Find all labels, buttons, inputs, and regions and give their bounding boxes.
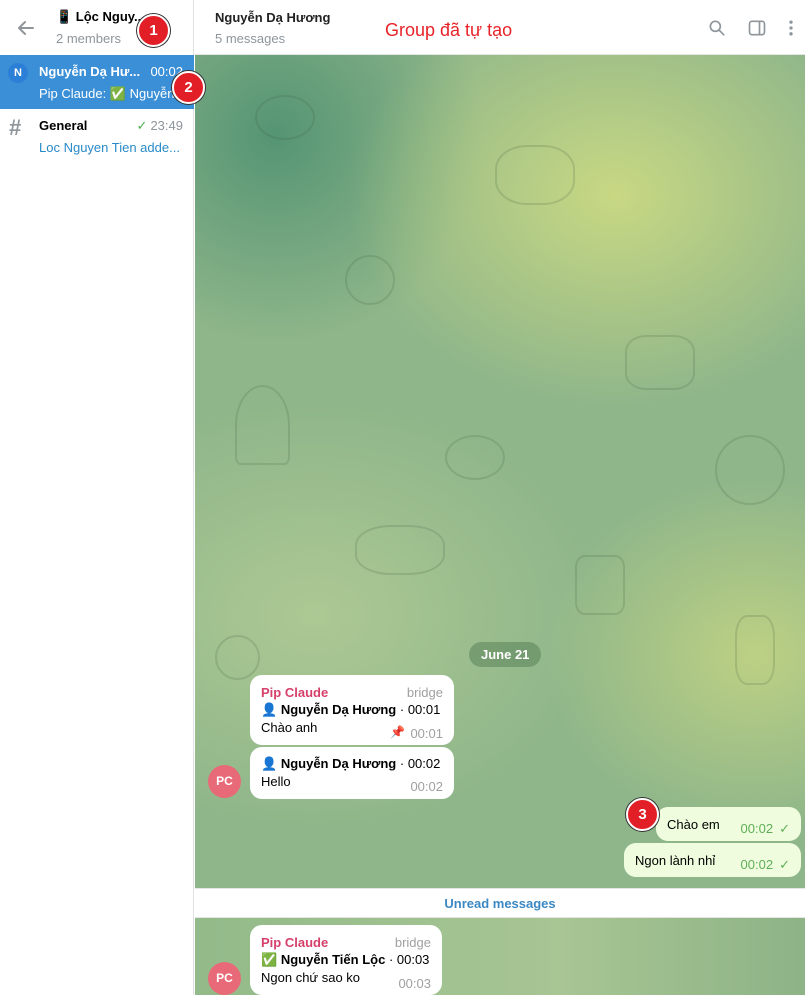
message-bubble-outgoing[interactable]: Chào em 00:02 ✓: [656, 807, 801, 841]
chat-item-general[interactable]: # General ✓ 23:49 Loc Nguyen Tien adde...: [0, 109, 194, 163]
message-time: 00:01: [410, 726, 443, 741]
chat-list-sidebar: 📱 Lộc Nguy... 2 members N Nguyễn Dạ Hư..…: [0, 0, 194, 995]
message-text: Ngon chứ sao ko: [261, 970, 361, 985]
sender-tag: bridge: [394, 935, 431, 950]
chat-name: General: [39, 118, 88, 133]
user-icon: 👤: [261, 702, 278, 717]
message-time: 00:02 ✓: [740, 857, 790, 872]
chat-name: Nguyễn Dạ Hư...: [39, 64, 141, 79]
chat-preview: Loc Nguyen Tien adde...: [39, 140, 180, 155]
annotation-marker: 1: [137, 14, 170, 47]
user-icon: 👤: [261, 756, 278, 771]
pin-icon: 📌: [390, 725, 405, 739]
doodle: [625, 335, 695, 390]
check-icon: ✓: [779, 821, 790, 836]
chat-preview: Pip Claude: ✅ Nguyễn: [39, 86, 175, 101]
chat-title[interactable]: Nguyễn Dạ Hương: [215, 10, 330, 25]
avatar[interactable]: PC: [208, 962, 241, 995]
message-time: 00:02: [410, 779, 443, 794]
doodle: [715, 435, 785, 505]
doodle: [735, 615, 775, 685]
forwarded-author: ✅ Nguyễn Tiến Lộc · 00:03: [261, 952, 430, 967]
check-icon: ✓: [136, 118, 148, 133]
doodle: [495, 145, 575, 205]
doodle: [345, 255, 395, 305]
doodle: [445, 435, 505, 480]
sidebar-toggle-icon[interactable]: [747, 18, 767, 38]
forwarded-author: 👤 Nguyễn Dạ Hương · 00:01: [261, 702, 441, 717]
arrow-left-icon[interactable]: [14, 16, 38, 40]
message-bubble[interactable]: 👤 Nguyễn Dạ Hương · 00:02 Hello 00:02: [250, 747, 454, 799]
hash-icon: #: [9, 115, 22, 140]
doodle: [235, 385, 290, 465]
doodle: [255, 95, 315, 140]
more-vertical-icon[interactable]: [781, 18, 801, 38]
sender-name[interactable]: Pip Claude: [261, 685, 328, 700]
check-emoji-icon: ✅: [261, 952, 278, 967]
check-icon: ✓: [779, 857, 790, 872]
message-time: 00:03: [398, 976, 431, 991]
member-count: 2 members: [56, 31, 122, 46]
chat-header: Nguyễn Dạ Hương 5 messages Group đã tự t…: [195, 0, 805, 55]
doodle: [575, 555, 625, 615]
message-count: 5 messages: [215, 31, 286, 46]
annotation-note: Group đã tự tạo: [385, 20, 513, 40]
chat-area: June 21 Pip Claude bridge 👤 Nguyễn Dạ Hư…: [195, 55, 805, 995]
date-separator: June 21: [469, 642, 542, 667]
unread-messages-divider: Unread messages: [195, 888, 805, 918]
message-bubble[interactable]: Pip Claude bridge 👤 Nguyễn Dạ Hương · 00…: [250, 675, 454, 745]
search-icon[interactable]: [707, 18, 727, 38]
message-time: 00:02 ✓: [740, 821, 790, 836]
message-bubble[interactable]: Pip Claude bridge ✅ Nguyễn Tiến Lộc · 00…: [250, 925, 442, 995]
annotation-marker: 2: [172, 71, 205, 104]
annotation-marker: 3: [626, 798, 659, 831]
message-text: Ngon lành nhỉ: [635, 853, 716, 868]
chat-time: ✓ 23:49: [136, 118, 183, 133]
chat-avatar: N: [8, 63, 28, 83]
doodle: [355, 525, 445, 575]
sender-name[interactable]: Pip Claude: [261, 935, 328, 950]
chat-area-lower: Pip Claude bridge ✅ Nguyễn Tiến Lộc · 00…: [195, 918, 805, 995]
message-text: Chào anh: [261, 720, 318, 735]
message-text: Chào em: [667, 817, 720, 832]
chat-item-nguyen-da-huong[interactable]: N Nguyễn Dạ Hư... 00:02 Pip Claude: ✅ Ng…: [0, 55, 194, 109]
message-text: Hello: [261, 774, 291, 789]
avatar[interactable]: PC: [208, 765, 241, 798]
message-bubble-outgoing[interactable]: Ngon lành nhỉ 00:02 ✓: [624, 843, 801, 877]
doodle: [215, 635, 260, 680]
sender-tag: bridge: [406, 685, 443, 700]
forwarded-author: 👤 Nguyễn Dạ Hương · 00:02: [261, 756, 441, 771]
